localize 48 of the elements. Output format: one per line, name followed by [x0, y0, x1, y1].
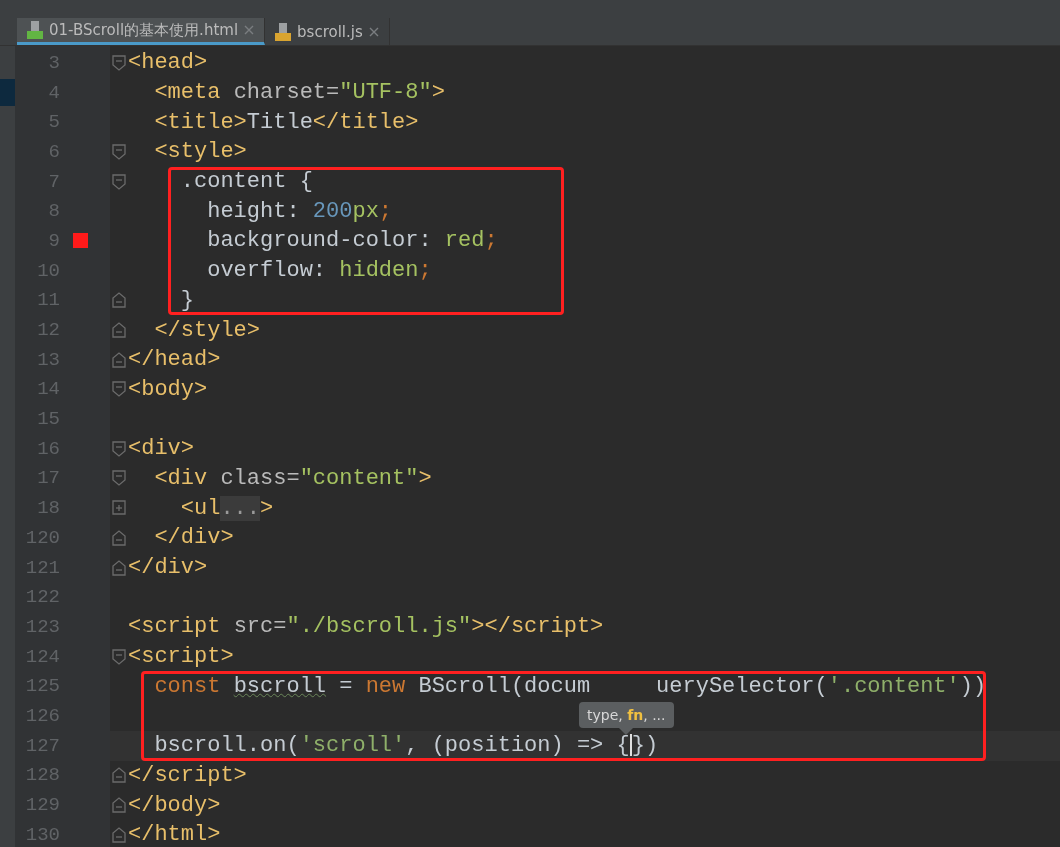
close-icon[interactable]: [244, 25, 255, 35]
code-line: </div>: [128, 555, 208, 581]
fold-marker-icon[interactable]: [111, 350, 127, 369]
code-line: <style>: [153, 139, 247, 165]
fold-marker-icon[interactable]: [111, 796, 127, 815]
tooltip-pointer-icon: [619, 728, 634, 736]
fold-marker-icon[interactable]: [111, 142, 127, 161]
code-line: const bscroll = new BScroll(docum uerySelector('.content')): [153, 673, 987, 699]
code-line: bscroll.on('scroll', (position) => {}): [153, 733, 659, 759]
code-line: </div>: [153, 525, 234, 551]
fold-marker-icon[interactable]: [111, 172, 127, 191]
code-line: </body>: [128, 792, 221, 818]
code-line: </script>: [128, 762, 247, 788]
close-icon[interactable]: [368, 26, 379, 37]
code-line: <title>Title</title>: [153, 109, 419, 135]
code-line: <meta charset="UTF-8">: [153, 80, 445, 106]
fold-marker-icon[interactable]: [111, 439, 127, 458]
code-line: overflow: hidden;: [206, 258, 432, 284]
fold-marker-icon[interactable]: [111, 558, 127, 577]
file-icon: [27, 21, 43, 39]
fold-marker-icon[interactable]: [111, 766, 127, 785]
code-line: </style>: [153, 317, 261, 343]
fold-marker-icon[interactable]: [111, 825, 127, 844]
code-line: <body>: [128, 376, 208, 402]
code-line: <script src="./bscroll.js"></script>: [128, 614, 604, 640]
code-line: background-color: red;: [206, 228, 498, 254]
fold-marker-icon[interactable]: [111, 291, 127, 310]
fold-marker-icon[interactable]: [111, 647, 127, 666]
fold-marker-icon[interactable]: [111, 380, 127, 399]
fold-marker-icon[interactable]: [111, 321, 127, 340]
code-line: </head>: [128, 347, 221, 373]
file-icon: [275, 22, 292, 41]
code-line: <ul...>: [179, 495, 274, 521]
file-tab[interactable]: 01-BScroll的基本使用.html: [17, 18, 266, 45]
fold-marker-icon[interactable]: [111, 499, 127, 518]
code-line: <head>: [128, 50, 208, 76]
code-line: <div>: [128, 436, 194, 462]
code-line: <script>: [128, 644, 234, 670]
fold-marker-icon[interactable]: [111, 469, 127, 488]
code-line: <div class="content">: [153, 465, 432, 491]
code-line: }: [179, 287, 194, 313]
code-line: height: 200px;: [206, 198, 393, 224]
file-tab[interactable]: bscroll.js: [265, 18, 390, 45]
fold-marker-icon[interactable]: [111, 53, 127, 72]
fold-marker-icon[interactable]: [111, 528, 127, 547]
code-line: </html>: [128, 822, 221, 847]
code-line: .content {: [179, 169, 313, 195]
breakpoint-icon[interactable]: [73, 233, 88, 249]
